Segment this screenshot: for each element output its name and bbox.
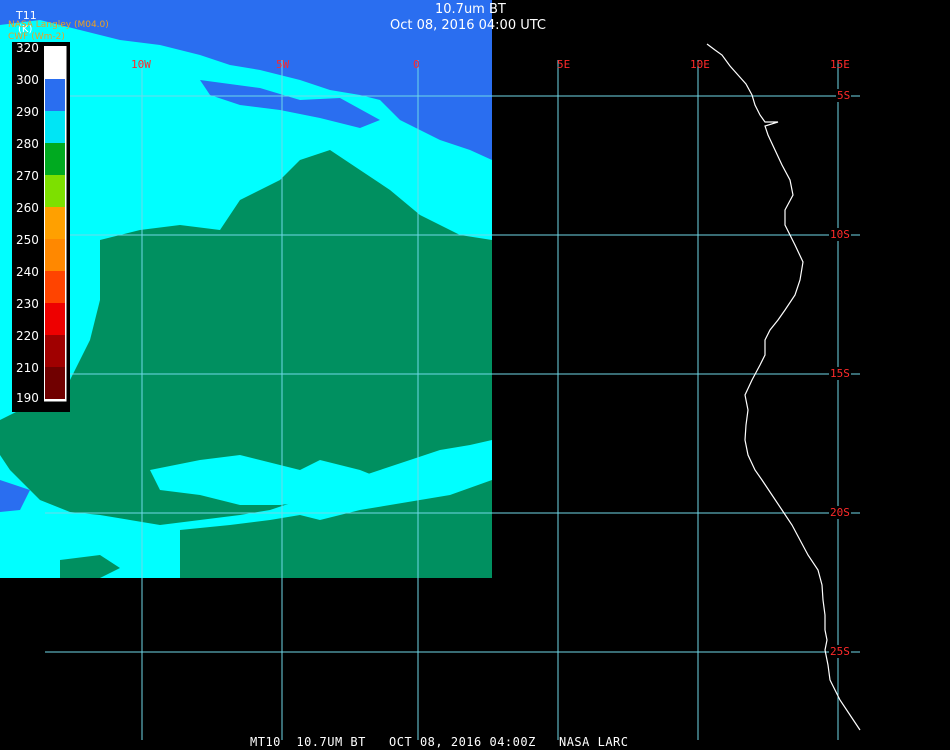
legend-tick-220: 220 bbox=[16, 329, 39, 343]
legend-tick-300: 300 bbox=[16, 73, 39, 87]
legend-tick-240: 240 bbox=[16, 265, 39, 279]
legend-tick-280: 280 bbox=[16, 137, 39, 151]
satellite-map bbox=[0, 0, 861, 740]
coastline bbox=[706, 43, 861, 731]
lat-label-15s: 15S bbox=[829, 367, 851, 380]
legend-tick-210: 210 bbox=[16, 361, 39, 375]
lon-label-10e: 10E bbox=[690, 58, 710, 71]
lat-label-10s: 10S bbox=[829, 228, 851, 241]
legend-tick-190: 190 bbox=[16, 391, 39, 405]
lon-label-5w: 5W bbox=[276, 58, 290, 71]
legend-tick-260: 260 bbox=[16, 201, 39, 215]
lon-label-15e: 15E bbox=[830, 58, 850, 71]
map-datetime: Oct 08, 2016 04:00 UTC bbox=[390, 18, 546, 33]
legend-tick-320: 320 bbox=[16, 41, 39, 55]
lon-label-5e: 5E bbox=[557, 58, 571, 71]
lon-label-0: 0 bbox=[413, 58, 420, 71]
footer-caption: MT10 10.7UM BT OCT 08, 2016 04:00Z NASA … bbox=[250, 735, 629, 749]
legend-tick-290: 290 bbox=[16, 105, 39, 119]
legend-tick-270: 270 bbox=[16, 169, 39, 183]
lat-label-25s: 25S bbox=[829, 645, 851, 658]
legend-tick-230: 230 bbox=[16, 297, 39, 311]
map-title: 10.7um BT bbox=[435, 2, 506, 17]
lon-label-10w: 10W bbox=[131, 58, 151, 71]
legend-colorbar bbox=[44, 46, 67, 402]
legend-tick-250: 250 bbox=[16, 233, 39, 247]
lat-label-20s: 20S bbox=[829, 506, 851, 519]
lat-label-5s: 5S bbox=[836, 89, 852, 102]
legend-provider: NASA Langley (M04.0) bbox=[8, 20, 109, 30]
